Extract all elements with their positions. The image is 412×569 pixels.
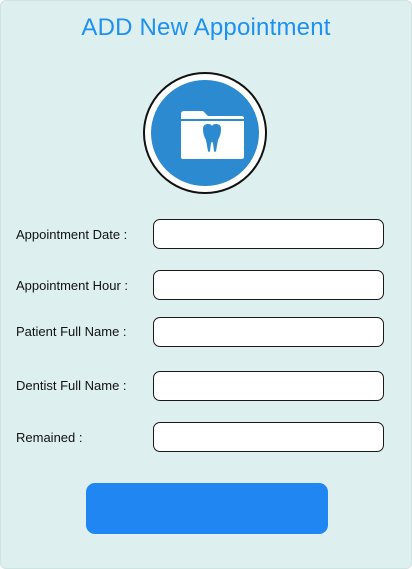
logo-badge xyxy=(143,72,267,194)
submit-button[interactable] xyxy=(86,483,328,534)
dentist-full-name-field[interactable] xyxy=(153,371,384,401)
patient-full-name-field[interactable] xyxy=(153,317,384,347)
appointment-hour-label: Appointment Hour : xyxy=(16,278,129,293)
appointment-date-field[interactable] xyxy=(153,219,384,249)
dental-folder-icon xyxy=(181,111,244,159)
dentist-full-name-label: Dentist Full Name : xyxy=(16,378,127,393)
appointment-form-card: ADD New Appointment Appointment Date : A… xyxy=(0,0,412,569)
appointment-hour-field[interactable] xyxy=(153,270,384,300)
remained-field[interactable] xyxy=(153,422,384,452)
remained-label: Remained : xyxy=(16,430,83,445)
patient-full-name-label: Patient Full Name : xyxy=(16,324,127,339)
page-title: ADD New Appointment xyxy=(81,14,331,41)
logo-circle xyxy=(151,80,259,186)
appointment-date-label: Appointment Date : xyxy=(16,227,128,242)
